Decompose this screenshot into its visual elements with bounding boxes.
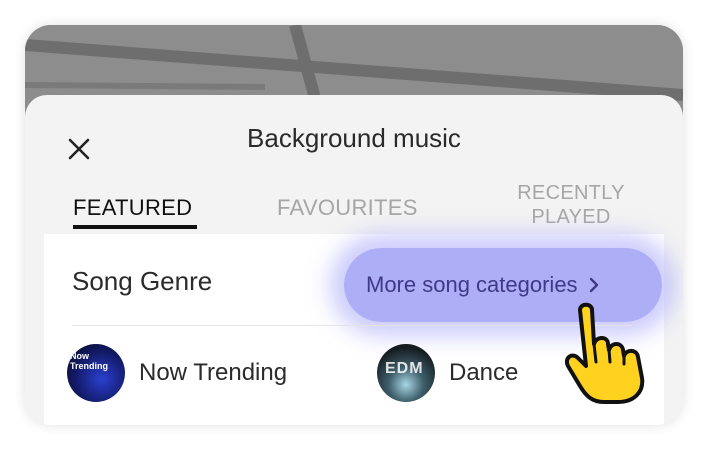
genre-item-dance[interactable]: EDM Dance — [377, 344, 518, 402]
tab-favourites[interactable]: FAVOURITES — [277, 195, 418, 221]
pointing-hand-icon — [565, 302, 645, 404]
chevron-right-icon — [589, 277, 598, 293]
now-trending-thumbnail: Now Trending — [67, 344, 125, 402]
more-song-categories-link[interactable]: More song categories — [366, 272, 600, 298]
genre-name: Now Trending — [139, 359, 288, 386]
active-tab-indicator — [73, 225, 197, 229]
thumb-text: Now — [70, 351, 89, 361]
tab-featured[interactable]: FEATURED — [73, 195, 192, 221]
sheet-title: Background music — [247, 123, 461, 153]
genre-item-now-trending[interactable]: Now Trending Now Trending — [67, 344, 287, 402]
genre-name: Dance — [449, 359, 519, 386]
thumb-text: EDM — [385, 360, 424, 377]
thumb-text: Trending — [70, 361, 108, 371]
divider — [72, 325, 632, 326]
tab-recently-played[interactable]: RECENTLY PLAYED — [509, 181, 633, 229]
dance-thumbnail: EDM — [377, 344, 435, 402]
song-genre-heading: Song Genre — [72, 266, 213, 296]
more-link-label: More song categories — [366, 272, 578, 297]
